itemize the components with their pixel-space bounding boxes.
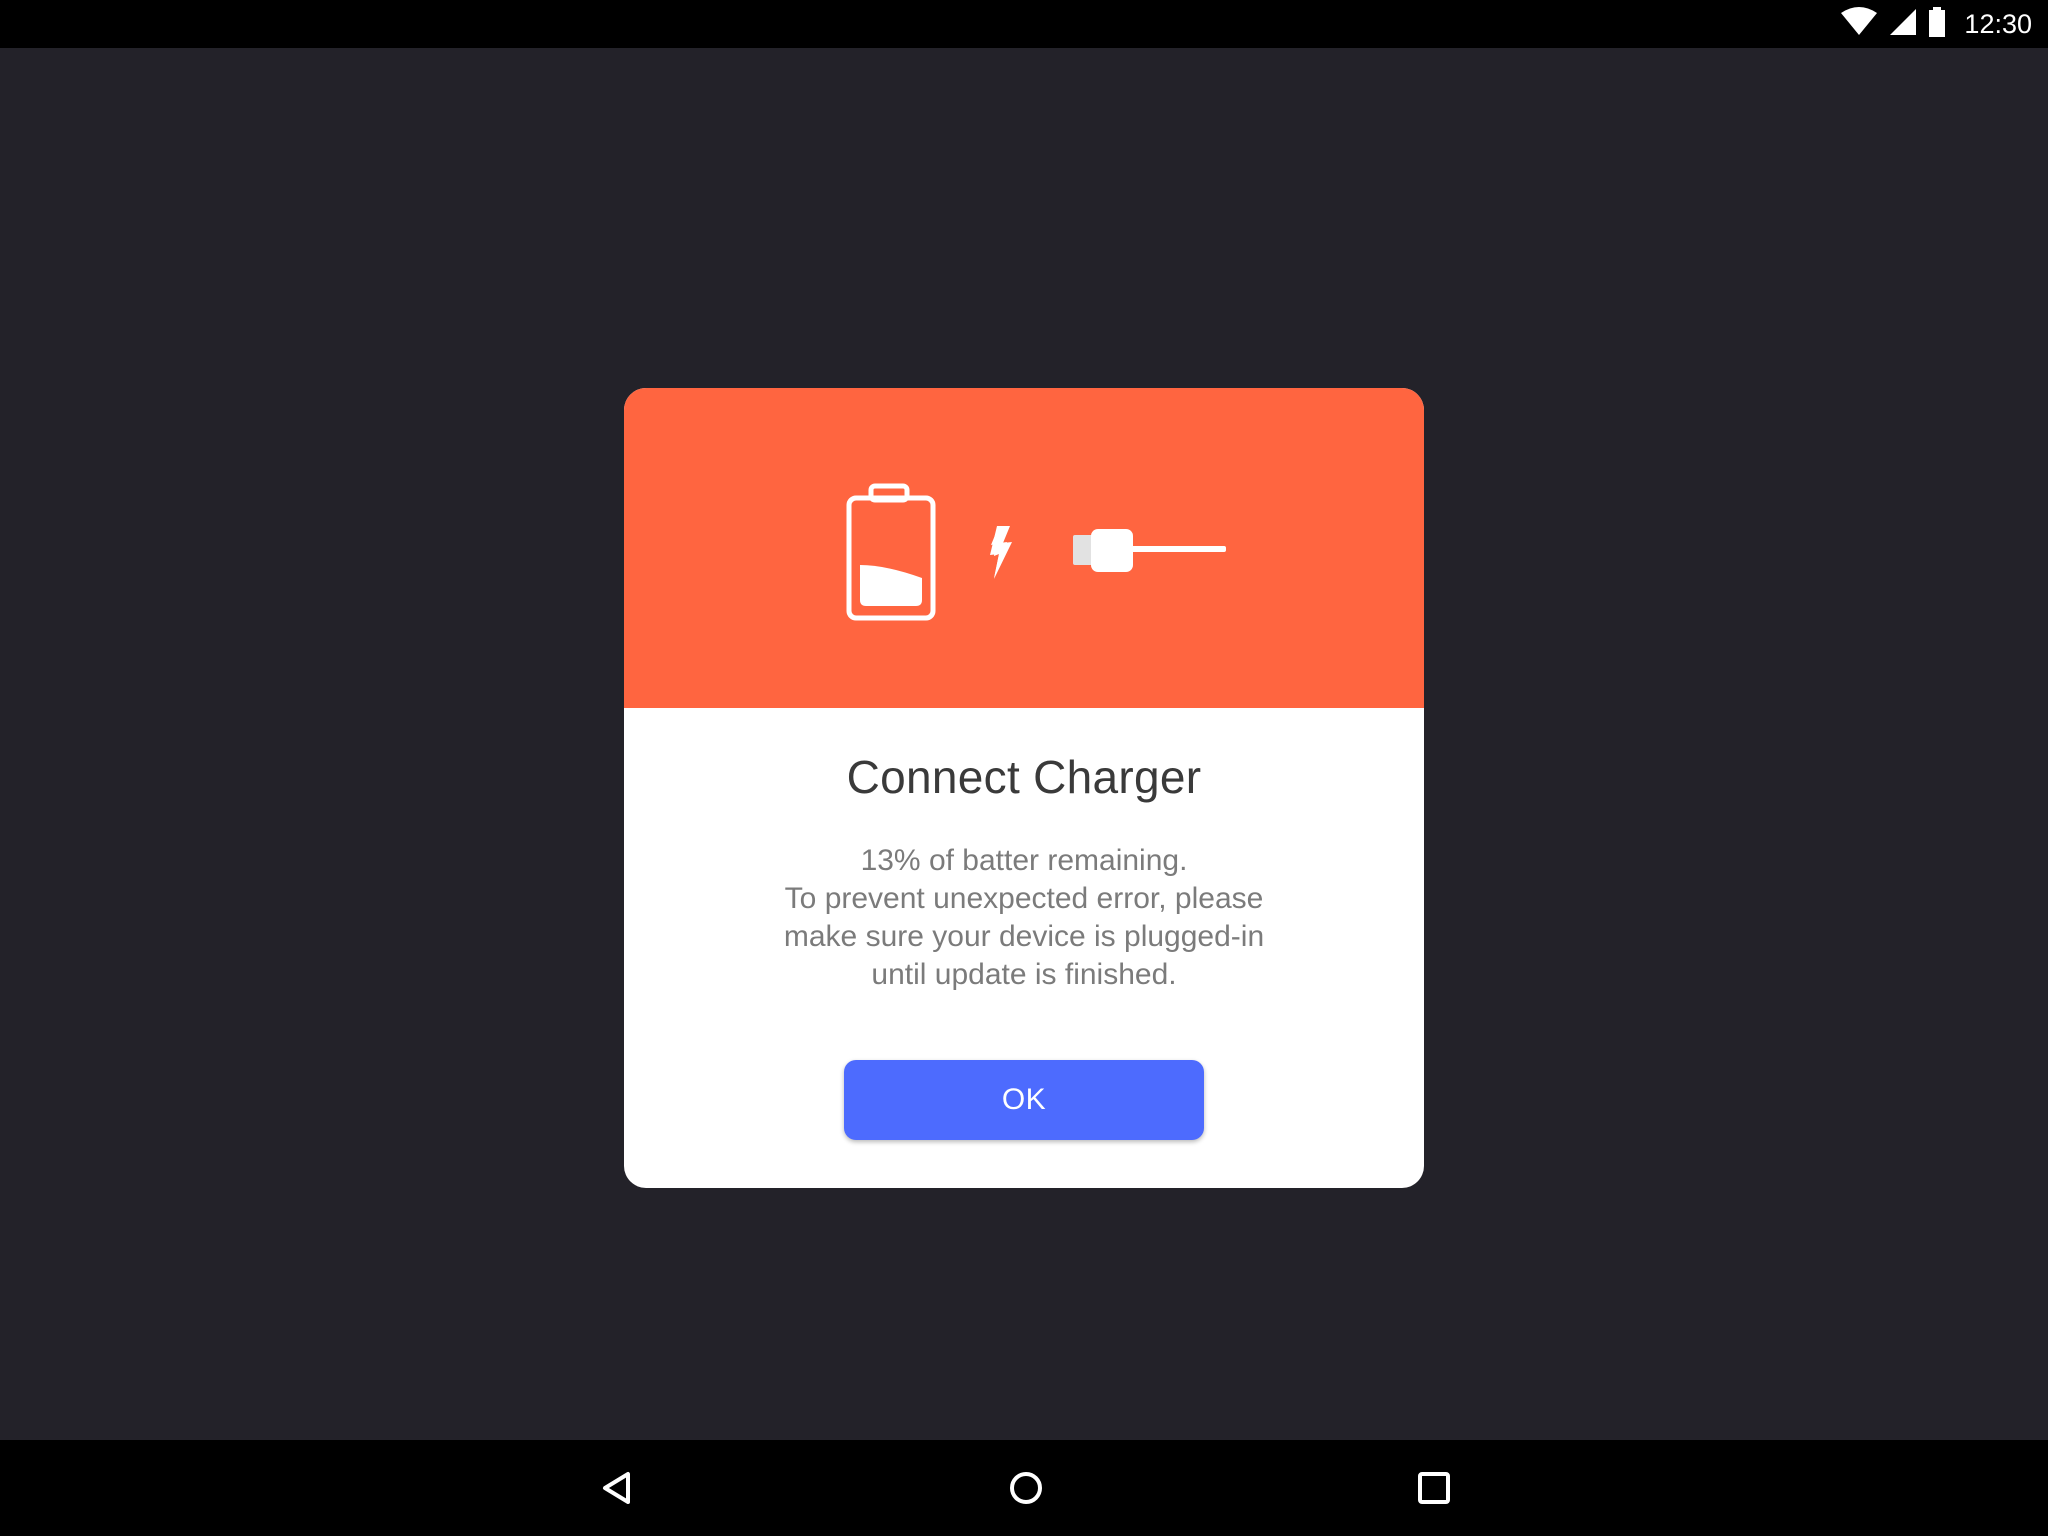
message-line: 13% of batter remaining.: [860, 844, 1188, 877]
wifi-icon: [1840, 6, 1878, 42]
charger-plug-icon: [1073, 529, 1226, 572]
home-icon[interactable]: [1002, 1464, 1050, 1512]
header-illustration: [846, 483, 1226, 621]
message-line: until update is finished.: [871, 958, 1177, 991]
status-bar: 12:30: [0, 0, 2048, 48]
back-icon[interactable]: [594, 1464, 642, 1512]
status-icons: 12:30: [1840, 0, 2032, 48]
dialog-title: Connect Charger: [846, 751, 1202, 803]
status-time: 12:30: [1964, 8, 2032, 39]
message-line: To prevent unexpected error, please: [784, 882, 1264, 915]
dialog-message: 13% of batter remaining. To prevent unex…: [724, 842, 1324, 994]
cellular-signal-icon: [1888, 7, 1918, 42]
battery-icon: [1928, 6, 1946, 42]
recents-icon[interactable]: [1410, 1464, 1458, 1512]
navigation-bar: [0, 1440, 2048, 1536]
screen: 12:30 Connect Charger 13% of batter rema…: [0, 0, 2048, 1536]
low-battery-icon: [846, 483, 936, 621]
connect-charger-dialog: Connect Charger 13% of batter remaining.…: [624, 388, 1424, 1188]
lightning-bolt-icon: [990, 526, 1012, 579]
dialog-header: [624, 388, 1424, 708]
ok-button[interactable]: OK: [844, 1060, 1204, 1140]
message-line: make sure your device is plugged-in: [783, 920, 1265, 953]
